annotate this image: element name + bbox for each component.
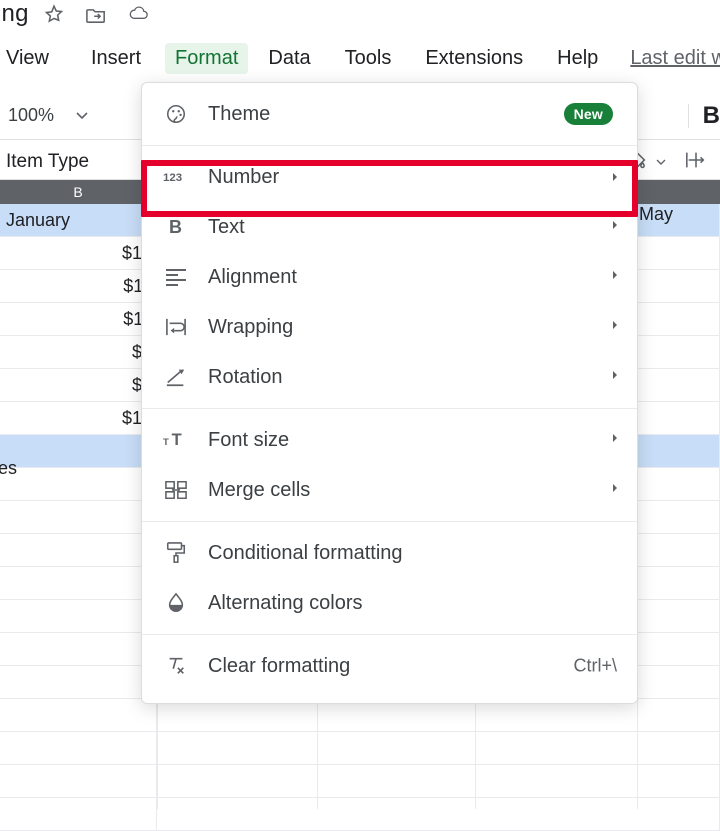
- table-row[interactable]: [0, 765, 720, 798]
- caret-down-icon: [76, 112, 88, 120]
- svg-text:T: T: [172, 431, 182, 449]
- column-header-b[interactable]: B: [0, 180, 157, 204]
- table-row[interactable]: [0, 732, 720, 765]
- paint-roller-icon: [162, 539, 190, 567]
- menu-item-font-size[interactable]: TT Font size: [142, 415, 637, 465]
- menu-item-label: Alignment: [208, 266, 297, 289]
- submenu-caret-icon: [611, 171, 619, 183]
- zoom-value: 100%: [8, 105, 54, 126]
- menu-separator: [142, 521, 637, 522]
- menu-item-label: Text: [208, 216, 245, 239]
- rotation-icon: [162, 363, 190, 391]
- palette-icon: [162, 100, 190, 128]
- submenu-caret-icon: [611, 481, 619, 499]
- table-row[interactable]: [0, 798, 720, 831]
- menu-item-text[interactable]: B Text: [142, 202, 637, 252]
- menu-item-label: Merge cells: [208, 479, 310, 502]
- cell[interactable]: $3: [0, 336, 157, 368]
- wrap-icon: [162, 313, 190, 341]
- menu-insert[interactable]: Insert: [81, 43, 151, 74]
- merge-cells-icon: [162, 476, 190, 504]
- droplet-icon: [162, 589, 190, 617]
- menu-item-label: Rotation: [208, 366, 283, 389]
- toolbar-separator: [688, 104, 689, 128]
- cell[interactable]: May: [633, 204, 720, 225]
- cell[interactable]: $11: [0, 270, 157, 302]
- bold-button[interactable]: B: [703, 102, 720, 130]
- menu-item-label: Font size: [208, 429, 289, 452]
- clear-format-icon: [162, 652, 190, 680]
- menu-tools[interactable]: Tools: [335, 43, 402, 74]
- cell[interactable]: January: [0, 204, 157, 236]
- menu-help[interactable]: Help: [547, 43, 608, 74]
- menu-item-merge-cells[interactable]: Merge cells: [142, 465, 637, 515]
- cell[interactable]: $2: [0, 369, 157, 401]
- menu-item-label: Alternating colors: [208, 592, 363, 615]
- format-menu: Theme New 123 Number B Text Alignment Wr…: [141, 82, 638, 704]
- move-to-folder-icon[interactable]: [85, 3, 107, 25]
- svg-text:B: B: [169, 217, 182, 237]
- new-badge: New: [564, 103, 613, 125]
- menu-item-label: Theme: [208, 103, 270, 126]
- font-size-icon: TT: [162, 426, 190, 454]
- menu-item-label: Number: [208, 166, 279, 189]
- menu-item-label: Clear formatting: [208, 655, 350, 678]
- column-header-right[interactable]: [633, 180, 720, 204]
- submenu-caret-icon: [611, 268, 619, 286]
- menu-separator: [142, 145, 637, 146]
- align-left-icon: [162, 263, 190, 291]
- doc-title-fragment: ing: [0, 0, 29, 28]
- star-icon[interactable]: [43, 3, 65, 25]
- menu-item-number[interactable]: 123 Number: [142, 152, 637, 202]
- menu-item-shortcut: Ctrl+\: [573, 656, 617, 677]
- name-box[interactable]: Item Type: [6, 151, 89, 173]
- cell[interactable]: [0, 435, 157, 467]
- submenu-caret-icon: [611, 368, 619, 386]
- submenu-caret-icon: [611, 431, 619, 449]
- menu-item-wrapping[interactable]: Wrapping: [142, 302, 637, 352]
- last-edit-link[interactable]: Last edit was: [630, 47, 720, 70]
- svg-text:T: T: [163, 437, 169, 448]
- menu-item-clear-formatting[interactable]: Clear formatting Ctrl+\: [142, 641, 637, 691]
- caret-down-icon: [656, 159, 666, 166]
- menu-extensions[interactable]: Extensions: [415, 43, 533, 74]
- menu-item-label: Wrapping: [208, 316, 293, 339]
- submenu-caret-icon: [611, 218, 619, 236]
- cell[interactable]: $12: [0, 402, 157, 434]
- menu-item-alternating-colors[interactable]: Alternating colors: [142, 578, 637, 628]
- svg-text:123: 123: [163, 172, 182, 184]
- zoom-select[interactable]: 100%: [8, 105, 88, 126]
- overflow-wrap-icon[interactable]: [684, 149, 708, 176]
- menu-item-theme[interactable]: Theme New: [142, 89, 637, 139]
- bold-b-icon: B: [162, 213, 190, 241]
- menu-item-rotation[interactable]: Rotation: [142, 352, 637, 402]
- menu-format[interactable]: Format: [165, 43, 248, 74]
- number-123-icon: 123: [162, 163, 190, 191]
- menu-data[interactable]: Data: [258, 43, 320, 74]
- menu-separator: [142, 408, 637, 409]
- truncated-row-label: es: [0, 458, 17, 479]
- menu-separator: [142, 634, 637, 635]
- submenu-caret-icon: [611, 318, 619, 336]
- cell[interactable]: $15: [0, 237, 157, 269]
- cell[interactable]: $11: [0, 303, 157, 335]
- menu-item-label: Conditional formatting: [208, 542, 403, 565]
- cloud-status-icon[interactable]: [127, 3, 149, 25]
- menu-item-alignment[interactable]: Alignment: [142, 252, 637, 302]
- menu-view[interactable]: View: [0, 43, 59, 74]
- menu-item-conditional-formatting[interactable]: Conditional formatting: [142, 528, 637, 578]
